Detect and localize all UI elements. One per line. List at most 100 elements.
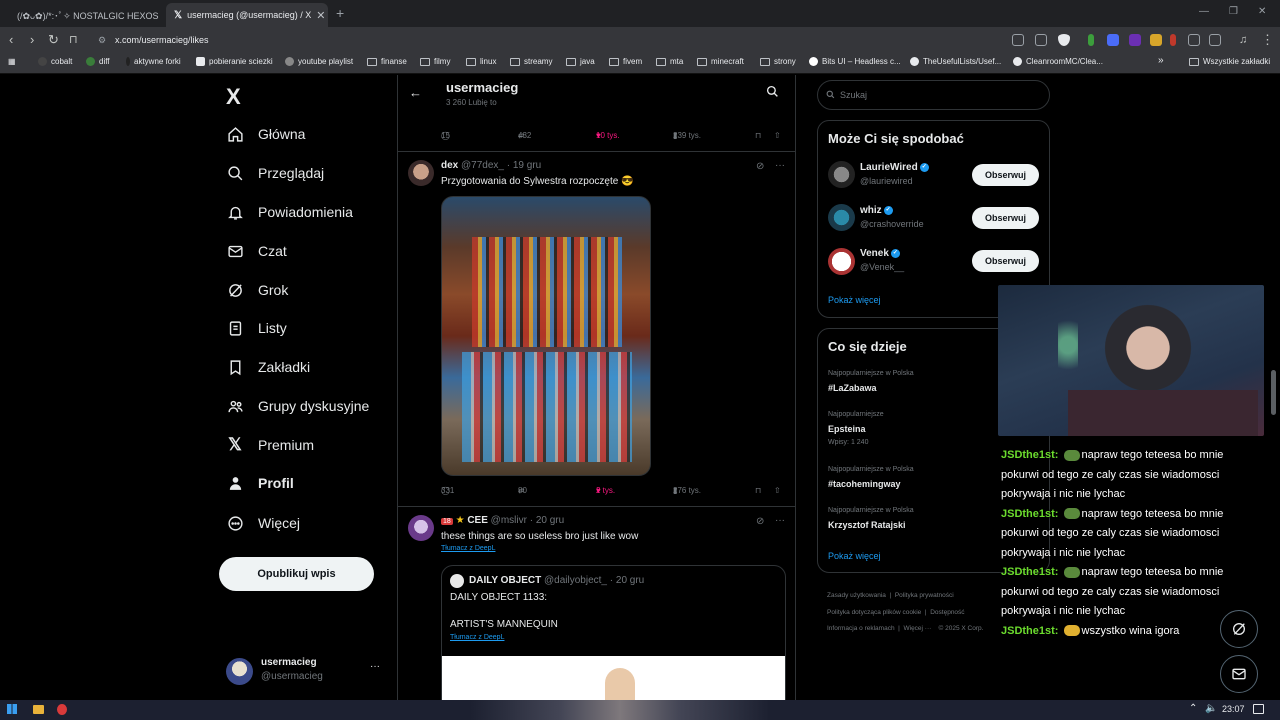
nav-lists[interactable]: Listy (226, 316, 287, 340)
post-button[interactable]: Opublikuj wpis (219, 557, 374, 591)
close-tab-icon[interactable]: ✕ (316, 9, 325, 22)
reload-icon[interactable]: ↻ (48, 32, 59, 48)
back-arrow-icon[interactable]: ← (409, 85, 422, 100)
suggestion-name[interactable]: whiz ✓ (860, 205, 893, 216)
translate-link[interactable]: Tłumacz z DeepL (441, 545, 495, 552)
account-switcher[interactable]: usermacieg @usermacieg ··· (226, 655, 386, 689)
suggestion-name[interactable]: LaurieWired ✓ (860, 162, 929, 173)
close-window-icon[interactable]: ✕ (1258, 6, 1266, 17)
avatar[interactable] (408, 160, 434, 186)
more-dots-icon[interactable]: ··· (775, 160, 785, 171)
trend-name[interactable]: Epsteina (828, 424, 866, 434)
quoted-post[interactable]: DAILY OBJECT @dailyobject_ · 20 gru DAIL… (441, 565, 786, 700)
trend-name[interactable]: #LaZabawa (828, 383, 877, 393)
extension-red-icon[interactable] (1170, 34, 1176, 46)
extension-blue-icon[interactable] (1107, 34, 1119, 46)
quoted-image[interactable] (442, 656, 785, 700)
more-bookmarks-button[interactable]: » (1158, 55, 1164, 66)
tab-x-profile[interactable]: 𝕏 usermacieg (@usermacieg) / X ✕ (166, 3, 328, 27)
tray-chevron-icon[interactable]: ⌃ (1189, 703, 1197, 714)
nav-communities[interactable]: Grupy dyskusyjne (226, 394, 369, 418)
back-icon[interactable]: ‹ (9, 32, 13, 48)
x-logo-icon[interactable]: X (226, 84, 241, 110)
avatar[interactable] (828, 161, 855, 188)
browser-app-icon[interactable] (57, 704, 67, 715)
bookmark-cobalt[interactable]: cobalt (38, 57, 72, 66)
follow-button[interactable]: Obserwuj (972, 250, 1039, 272)
maximize-icon[interactable]: ❐ (1229, 6, 1238, 17)
more-dots-icon[interactable]: ··· (775, 515, 785, 526)
extension-purple-icon[interactable] (1129, 34, 1141, 46)
footer-link[interactable]: Więcej ··· (903, 625, 931, 632)
nav-explore[interactable]: Przeglądaj (226, 161, 324, 185)
bookmark-diff[interactable]: diff (86, 57, 110, 66)
file-explorer-icon[interactable] (33, 705, 44, 714)
forward-icon[interactable]: › (30, 32, 34, 48)
minimize-icon[interactable]: — (1199, 6, 1209, 17)
messages-float-button[interactable] (1220, 655, 1258, 693)
extension-yellow-icon[interactable] (1150, 34, 1162, 46)
share-icon[interactable]: ⇧ (774, 131, 781, 140)
bookmark-folder-streamy[interactable]: streamy (510, 57, 552, 66)
site-info-icon[interactable]: ⚙ (98, 30, 106, 50)
sidepanel-icon[interactable] (1209, 34, 1221, 46)
more-dots-icon[interactable]: ··· (370, 661, 380, 672)
nav-chat[interactable]: Czat (226, 239, 287, 263)
bookmark-usefullists[interactable]: TheUsefulLists/Usef... (910, 57, 1001, 66)
footer-link[interactable]: Polityka dotycząca plików cookie (827, 609, 921, 616)
bookmark-cleanroommc[interactable]: CleanroomMC/Clea... (1013, 57, 1103, 66)
share-icon[interactable]: ⇧ (774, 486, 781, 495)
bookmark-youtube-playlist[interactable]: youtube playlist (285, 57, 353, 66)
grok-icon[interactable]: ⊘ (756, 516, 764, 527)
new-tab-button[interactable]: + (336, 5, 344, 21)
shield-icon[interactable] (1058, 34, 1070, 46)
translate-link[interactable]: Tłumacz z DeepL (450, 634, 504, 641)
footer-link[interactable]: Informacja o reklamach (827, 625, 895, 632)
extension-green-icon[interactable] (1088, 34, 1094, 46)
bookmark-folder-java[interactable]: java (566, 57, 595, 66)
grok-float-button[interactable] (1220, 610, 1258, 648)
post-date[interactable]: · 20 gru (530, 515, 564, 526)
nav-profile[interactable]: Profil (226, 471, 294, 495)
bookmark-pobieranie[interactable]: pobieranie sciezki (196, 57, 273, 66)
menu-dots-icon[interactable]: ⋮ (1261, 32, 1274, 48)
bookmark-folder-linux[interactable]: linux (466, 57, 496, 66)
post-image[interactable] (441, 196, 651, 476)
bookmark-folder-mta[interactable]: mta (656, 57, 683, 66)
author-name[interactable]: CEE (467, 515, 488, 526)
footer-link[interactable]: Polityka prywatności (895, 592, 954, 599)
clock[interactable]: 23:07 (1222, 704, 1245, 714)
bookmark-button[interactable]: ⊓ (755, 486, 761, 495)
avatar[interactable] (408, 515, 434, 541)
follow-button[interactable]: Obserwuj (972, 164, 1039, 186)
show-more-link[interactable]: Pokaż więcej (828, 551, 881, 561)
suggestion-name[interactable]: Venek ✓ (860, 248, 900, 259)
nav-home[interactable]: Główna (226, 122, 305, 146)
notifications-icon[interactable] (1253, 704, 1264, 714)
follow-button[interactable]: Obserwuj (972, 207, 1039, 229)
music-icon[interactable]: ♫ (1239, 32, 1247, 48)
apps-grid-icon[interactable]: ▦ (8, 57, 16, 66)
cast-icon[interactable] (1012, 34, 1024, 46)
avatar[interactable] (828, 204, 855, 231)
bookmark-aktywne-forki[interactable]: aktywne forki (126, 57, 181, 66)
volume-icon[interactable]: 🔈 (1205, 703, 1217, 714)
scrollbar-thumb[interactable] (1271, 370, 1276, 415)
author-handle[interactable]: @mslivr (491, 515, 527, 526)
nav-notifications[interactable]: Powiadomienia (226, 200, 353, 224)
author-name[interactable]: dex (441, 160, 458, 171)
footer-link[interactable]: Dostępność (930, 609, 964, 616)
nav-more[interactable]: Więcej (226, 511, 300, 535)
footer-link[interactable]: Zasady użytkowania (827, 592, 886, 599)
nav-premium[interactable]: 𝕏 Premium (226, 433, 314, 457)
address-bar[interactable]: ⚙ x.com/usermacieg/likes (90, 30, 995, 50)
grok-icon[interactable]: ⊘ (756, 161, 764, 172)
tab-nostalgic[interactable]: (/✿ᴗ✿)/*:･ﾟ✧ NOSTALGIC HEXOS (4, 3, 164, 27)
avatar[interactable] (828, 248, 855, 275)
trend-name[interactable]: #tacohemingway (828, 479, 901, 489)
nav-bookmarks[interactable]: Zakładki (226, 355, 310, 379)
windows-start-icon[interactable] (7, 704, 17, 714)
all-bookmarks-folder[interactable]: Wszystkie zakładki (1189, 57, 1270, 66)
post-date[interactable]: · 19 gru (507, 160, 541, 171)
bookmark-page-icon[interactable]: ⊓ (69, 32, 78, 48)
